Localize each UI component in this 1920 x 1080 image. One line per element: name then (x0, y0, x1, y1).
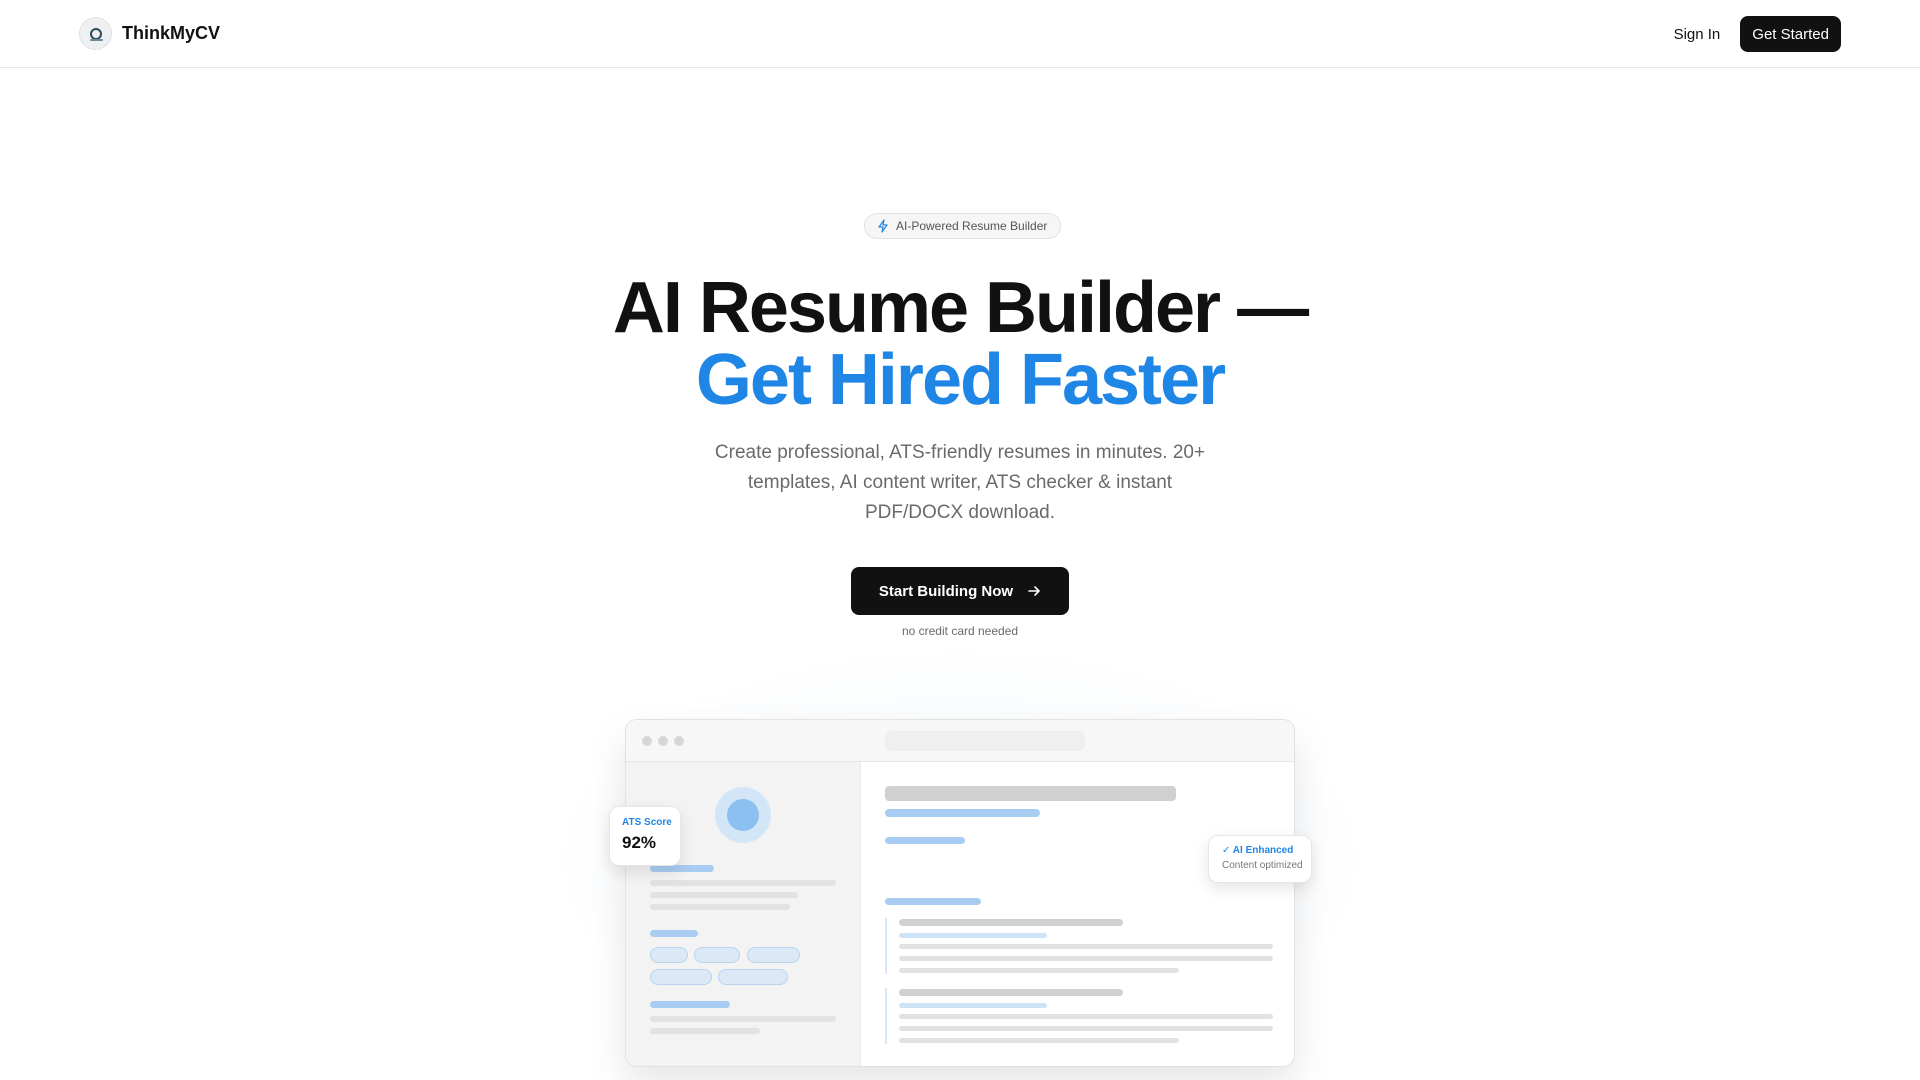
placeholder-line (650, 892, 798, 898)
placeholder-line (899, 944, 1273, 949)
ai-enhanced-card: ✓ AI Enhanced Content optimized (1208, 835, 1312, 883)
placeholder-line (650, 865, 714, 872)
placeholder-line (650, 1016, 836, 1022)
placeholder-line (650, 880, 836, 886)
placeholder-line (899, 933, 1047, 938)
skill-chip (718, 969, 788, 985)
skill-chip (694, 947, 740, 963)
placeholder-line (650, 930, 698, 937)
placeholder-line (899, 968, 1179, 973)
placeholder-line (650, 1028, 760, 1034)
ats-score-label: ATS Score (622, 817, 672, 828)
ats-score-value: 92% (622, 833, 657, 852)
ai-enhanced-sub: Content optimized (1222, 860, 1303, 871)
skill-chip (650, 969, 712, 985)
window-dot (658, 736, 668, 746)
placeholder-line (899, 1014, 1273, 1019)
sparkle-icon (878, 219, 888, 233)
resume-content-preview (861, 762, 1294, 1066)
timeline-line (885, 988, 887, 1044)
sign-in-link[interactable]: Sign In (1674, 26, 1721, 43)
placeholder-line (650, 904, 790, 910)
ats-score-card: ATS Score 92% (609, 806, 681, 866)
start-building-label: Start Building Now (878, 582, 1014, 600)
skill-chip (747, 947, 800, 963)
preview-url-bar (885, 731, 1085, 751)
arrow-right-icon (1028, 586, 1040, 596)
placeholder-line (899, 919, 1123, 926)
placeholder-line (885, 898, 981, 905)
placeholder-line (885, 809, 1040, 817)
start-building-button[interactable]: Start Building Now (851, 567, 1069, 615)
placeholder-heading (885, 786, 1176, 801)
hero-subtitle: Create professional, ATS-friendly resume… (714, 442, 1206, 523)
site-header: ThinkMyCV Sign In Get Started (0, 0, 1920, 68)
logo-icon (79, 17, 112, 50)
header-nav: Sign In Get Started (1674, 16, 1841, 52)
feature-badge: AI-Powered Resume Builder (864, 213, 1062, 239)
placeholder-line (899, 956, 1273, 961)
preview-window-toolbar (626, 720, 1294, 762)
placeholder-line (899, 989, 1123, 996)
brand[interactable]: ThinkMyCV (79, 17, 220, 50)
placeholder-line (899, 1038, 1179, 1043)
feature-badge-label: AI-Powered Resume Builder (896, 219, 1048, 233)
ai-enhanced-label: ✓ AI Enhanced (1222, 845, 1294, 856)
avatar (715, 787, 771, 843)
get-started-button[interactable]: Get Started (1740, 16, 1841, 52)
placeholder-line (899, 1026, 1273, 1031)
window-dot (674, 736, 684, 746)
placeholder-line (885, 837, 965, 844)
timeline-line (885, 918, 887, 974)
resume-preview-window (625, 719, 1295, 1067)
cta-note: no credit card needed (901, 624, 1019, 638)
window-dot (642, 736, 652, 746)
placeholder-line (899, 1003, 1047, 1008)
hero-title-line-1: AI Resume Builder — (612, 268, 1309, 348)
placeholder-line (650, 1001, 730, 1008)
hero-title-line-2: Get Hired Faster (695, 340, 1226, 420)
skill-chip (650, 947, 688, 963)
brand-name: ThinkMyCV (122, 23, 221, 43)
